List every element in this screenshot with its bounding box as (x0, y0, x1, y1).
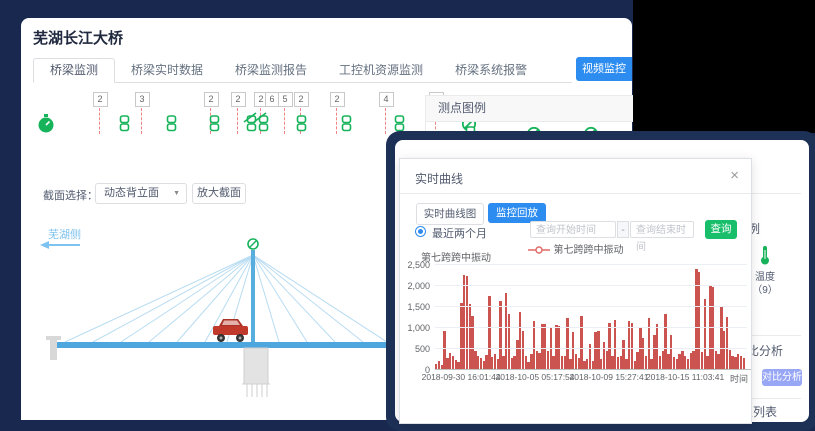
gridline (435, 285, 747, 286)
link-sensor-icon[interactable] (393, 115, 406, 132)
sensor-count-badge[interactable]: 2 (93, 92, 108, 107)
bridge-tower (251, 250, 255, 345)
section-select-dropdown[interactable]: 动态背立面 ▼ (95, 183, 187, 204)
tab-monitor-playback[interactable]: 监控回放 (488, 203, 546, 223)
link-sensor[interactable] (208, 115, 221, 137)
link-sensor-icon[interactable] (118, 115, 131, 132)
yaxis-tick-label: 2,000 (400, 281, 430, 291)
compare-analysis-button[interactable]: 对比分析 (762, 369, 802, 386)
yaxis-tick-label: 2,500 (400, 260, 430, 270)
link-sensor[interactable] (340, 115, 353, 137)
realtime-curve-dialog: 实时曲线 × 实时曲线图 监控回放 最近两个月 查询开始时间 - 查询结束时间 … (399, 158, 752, 424)
temp-count: （9） (751, 281, 779, 296)
stopwatch-icon[interactable] (37, 114, 55, 134)
yaxis-title: 第七跨跨中振动 (421, 249, 491, 264)
alarm-dash-line (99, 108, 100, 134)
chart-xaxis-line (435, 369, 751, 370)
legend-panel-title: 测点图例 (426, 96, 633, 122)
page-title: 芜湖长江大桥 (33, 27, 123, 48)
tower-sensor-icon[interactable] (248, 239, 258, 249)
legend-marker-icon (528, 246, 550, 254)
yaxis-tick-label: 1,500 (400, 302, 430, 312)
bridge-pier (242, 348, 270, 397)
video-monitor-button[interactable]: 视频监控 (576, 57, 632, 81)
alarm-dash-line (385, 108, 386, 134)
sensor-count-badge[interactable]: 3 (135, 92, 150, 107)
bridge-deck (54, 342, 392, 348)
tab-2[interactable]: 桥梁监测报告 (219, 59, 323, 82)
yaxis-tick-label: 1,000 (400, 323, 430, 333)
alarm-dash-line (336, 108, 337, 134)
divider (751, 398, 801, 399)
section-select-label: 截面选择： (43, 187, 98, 203)
tab-0[interactable]: 桥梁监测 (33, 58, 115, 83)
alarm-dash-line (141, 108, 142, 134)
section-select-value: 动态背立面 (104, 187, 159, 199)
radio-label: 最近两个月 (432, 225, 487, 241)
xaxis-tick-label: 2018-10-09 15:27:41 (570, 372, 649, 382)
main-tab-bar: 桥梁监测桥梁实时数据桥梁监测报告工控机资源监测桥梁系统报警 (33, 57, 572, 83)
tab-4[interactable]: 桥梁系统报警 (439, 59, 543, 82)
query-start-input[interactable]: 查询开始时间 (530, 221, 616, 238)
sensor-count-badge[interactable]: 2 (204, 92, 219, 107)
query-end-input[interactable]: 查询结束时间 (630, 221, 694, 238)
sensor-count-badge[interactable]: 2 (294, 92, 309, 107)
alarm-dash-line (237, 108, 238, 134)
xaxis-tick-label: 2018-10-15 11:03:41 (646, 372, 724, 382)
link-sensor-icon[interactable] (340, 115, 353, 132)
link-sensor-icon[interactable] (295, 115, 308, 132)
link-sensor-icon[interactable] (165, 115, 178, 132)
car-graphic (213, 319, 248, 342)
sensor-count-badge[interactable]: 2 (330, 92, 345, 107)
sensor-count-badge[interactable]: 5 (278, 92, 293, 107)
close-icon[interactable]: × (730, 167, 739, 184)
xaxis-title: 时间 (730, 372, 748, 385)
query-button[interactable]: 查询 (705, 220, 737, 239)
thermometer-icon[interactable] (759, 246, 771, 266)
tab-1[interactable]: 桥梁实时数据 (115, 59, 219, 82)
date-separator: - (617, 221, 629, 238)
dialog-title: 实时曲线 (415, 170, 463, 187)
gridline (435, 327, 747, 328)
sensor-count-badge[interactable]: 4 (379, 92, 394, 107)
sensor-count-badge[interactable]: 2 (231, 92, 246, 107)
link-sensor[interactable] (295, 115, 308, 137)
cluster-diagonal-marks (243, 110, 271, 129)
link-sensor[interactable] (118, 115, 131, 137)
gridline (435, 264, 747, 265)
gridline (435, 306, 747, 307)
alarm-dash-line (284, 108, 285, 134)
background-black-region (633, 0, 815, 133)
link-sensor[interactable] (165, 115, 178, 137)
link-sensor-icon[interactable] (208, 115, 221, 132)
legend-series-name: 第七跨跨中振动 (554, 245, 624, 256)
zoom-section-button[interactable]: 放大截面 (192, 183, 246, 204)
tab-3[interactable]: 工控机资源监测 (323, 59, 439, 82)
chart-bar (743, 358, 745, 369)
tab-realtime-curve[interactable]: 实时曲线图 (416, 203, 484, 225)
chevron-down-icon: ▼ (173, 184, 180, 203)
dialog-header: 实时曲线 × (400, 159, 751, 194)
xaxis-tick-label: 2018-10-05 05:17:54 (496, 372, 575, 382)
stopwatch-sensor[interactable] (37, 114, 55, 139)
divider (751, 335, 801, 336)
chart-bars (435, 264, 747, 369)
xaxis-tick-label: 2018-09-30 16:01:44 (422, 372, 501, 382)
yaxis-tick-label: 500 (400, 344, 430, 354)
gridline (435, 348, 747, 349)
radio-last-two-months[interactable] (415, 226, 426, 237)
divider (751, 193, 801, 194)
